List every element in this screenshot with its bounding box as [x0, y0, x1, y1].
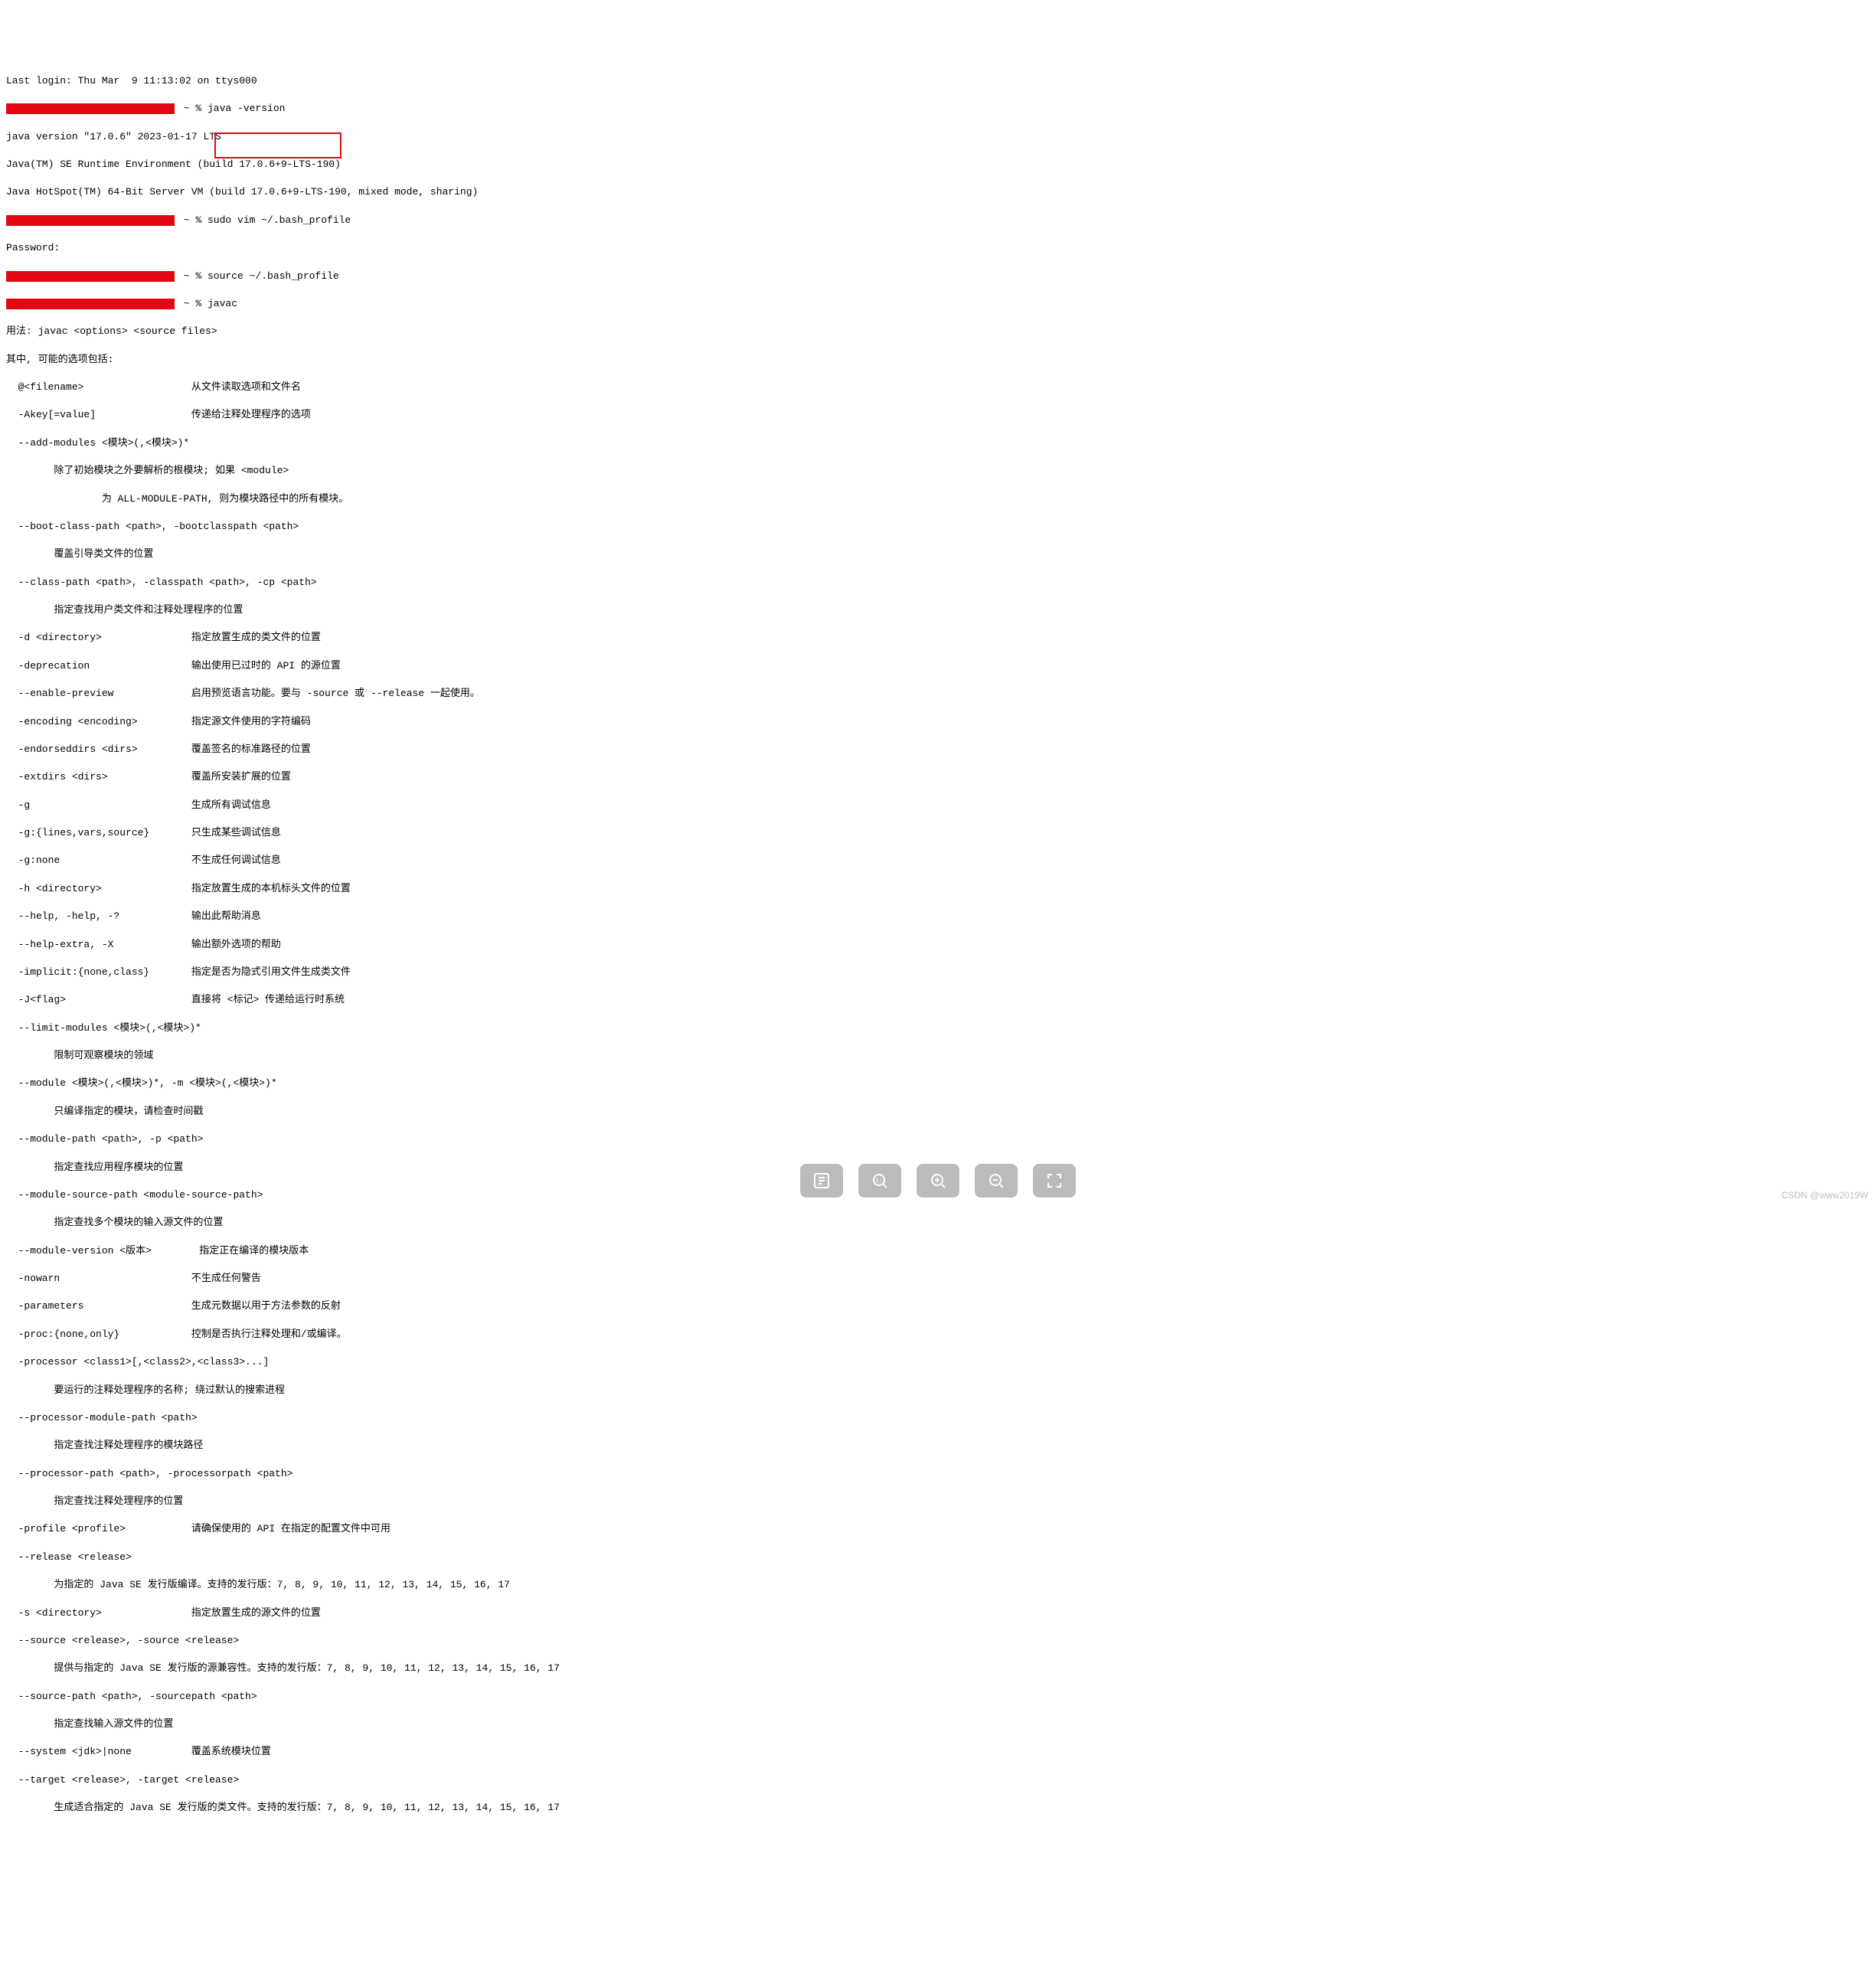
option-row: -J<flag> 直接将 <标记> 传递给运行时系统 [6, 993, 1870, 1007]
redacted-user-host [6, 215, 175, 226]
option-row: -nowarn 不生成任何警告 [6, 1272, 1870, 1286]
option-row: -extdirs <dirs> 覆盖所安装扩展的位置 [6, 770, 1870, 784]
option-row: @<filename> 从文件读取选项和文件名 [6, 381, 1870, 394]
usage-header: 用法: javac <options> <source files> [6, 325, 1870, 338]
option-row: -s <directory> 指定放置生成的源文件的位置 [6, 1606, 1870, 1620]
option-row: 指定查找多个模块的输入源文件的位置 [6, 1216, 1870, 1230]
option-row: 只编译指定的模块，请检查时间戳 [6, 1105, 1870, 1119]
option-row: --module-path <path>, -p <path> [6, 1132, 1870, 1146]
option-row: 为 ALL-MODULE-PATH, 则为模块路径中的所有模块。 [6, 492, 1870, 506]
option-row: -g:{lines,vars,source} 只生成某些调试信息 [6, 826, 1870, 840]
java-hotspot-line: Java HotSpot(TM) 64-Bit Server VM (build… [6, 185, 1870, 199]
option-row: --enable-preview 启用预览语言功能。要与 -source 或 -… [6, 687, 1870, 701]
svg-text:1:1: 1:1 [875, 1178, 887, 1185]
option-row: -deprecation 输出使用已过时的 API 的源位置 [6, 659, 1870, 673]
option-row: --help, -help, -? 输出此帮助消息 [6, 910, 1870, 923]
option-row: -profile <profile> 请确保使用的 API 在指定的配置文件中可… [6, 1522, 1870, 1536]
option-row: --limit-modules <模块>(,<模块>)* [6, 1021, 1870, 1035]
option-row: --system <jdk>|none 覆盖系统模块位置 [6, 1745, 1870, 1759]
redacted-user-host [6, 299, 175, 309]
option-row: 生成适合指定的 Java SE 发行版的类文件。支持的发行版：7, 8, 9, … [6, 1801, 1870, 1815]
prompt-java-version: ~ % java -version [6, 102, 1870, 116]
option-row: 覆盖引导类文件的位置 [6, 547, 1870, 561]
option-row: --module <模块>(,<模块>)*, -m <模块>(,<模块>)* [6, 1077, 1870, 1090]
option-row: -g:none 不生成任何调试信息 [6, 854, 1870, 868]
option-row: --processor-module-path <path> [6, 1411, 1870, 1425]
option-row: -Akey[=value] 传递给注释处理程序的选项 [6, 408, 1870, 422]
option-row: --processor-path <path>, -processorpath … [6, 1467, 1870, 1481]
option-row: -processor <class1>[,<class2>,<class3>..… [6, 1355, 1870, 1369]
option-row: 限制可观察模块的领域 [6, 1049, 1870, 1063]
option-row: 除了初始模块之外要解析的根模块; 如果 <module> [6, 464, 1870, 478]
option-row: --help-extra, -X 输出额外选项的帮助 [6, 938, 1870, 952]
java-runtime-line: Java(TM) SE Runtime Environment (build 1… [6, 158, 1870, 172]
option-row: --source-path <path>, -sourcepath <path> [6, 1690, 1870, 1704]
zoom-actual-icon: 1:1 [871, 1172, 889, 1190]
option-row: --source <release>, -source <release> [6, 1634, 1870, 1648]
zoom-in-button[interactable] [917, 1164, 959, 1198]
redacted-user-host [6, 271, 175, 282]
option-row: 要运行的注释处理程序的名称; 绕过默认的搜索进程 [6, 1384, 1870, 1397]
terminal-output[interactable]: Last login: Thu Mar 9 11:13:02 on ttys00… [6, 60, 1870, 1857]
password-line: Password: [6, 241, 1870, 255]
watermark: CSDN @www2019W [1781, 1189, 1868, 1202]
options-header: 其中, 可能的选项包括: [6, 353, 1870, 367]
last-login-line: Last login: Thu Mar 9 11:13:02 on ttys00… [6, 74, 1870, 88]
option-row: 提供与指定的 Java SE 发行版的源兼容性。支持的发行版：7, 8, 9, … [6, 1662, 1870, 1675]
zoom-actual-button[interactable]: 1:1 [858, 1164, 901, 1198]
option-row: --boot-class-path <path>, -bootclasspath… [6, 520, 1870, 534]
zoom-out-icon [987, 1172, 1005, 1190]
option-row: --release <release> [6, 1551, 1870, 1564]
option-row: 指定查找注释处理程序的位置 [6, 1495, 1870, 1508]
zoom-in-icon [929, 1172, 947, 1190]
fullscreen-icon [1045, 1172, 1064, 1190]
option-row: --module-version <版本> 指定正在编译的模块版本 [6, 1244, 1870, 1258]
prompt-javac: ~ % javac [6, 297, 1870, 311]
option-row: --add-modules <模块>(,<模块>)* [6, 436, 1870, 450]
prompt-source-profile: ~ % source ~/.bash_profile [6, 270, 1870, 283]
option-row: 为指定的 Java SE 发行版编译。支持的发行版：7, 8, 9, 10, 1… [6, 1578, 1870, 1592]
prompt-sudo-vim: ~ % sudo vim ~/.bash_profile [6, 214, 1870, 227]
fullscreen-button[interactable] [1033, 1164, 1076, 1198]
image-viewer-toolbar: 1:1 [800, 1164, 1076, 1198]
ocr-icon [812, 1172, 831, 1190]
option-row: 指定查找用户类文件和注释处理程序的位置 [6, 603, 1870, 617]
option-row: -endorseddirs <dirs> 覆盖签名的标准路径的位置 [6, 743, 1870, 757]
option-row: --target <release>, -target <release> [6, 1773, 1870, 1787]
option-row: -d <directory> 指定放置生成的类文件的位置 [6, 631, 1870, 645]
option-row: 指定查找注释处理程序的模块路径 [6, 1439, 1870, 1453]
option-row: -h <directory> 指定放置生成的本机标头文件的位置 [6, 882, 1870, 896]
ocr-button[interactable] [800, 1164, 843, 1198]
option-row: -proc:{none,only} 控制是否执行注释处理和/或编译。 [6, 1328, 1870, 1342]
option-row: -implicit:{none,class} 指定是否为隐式引用文件生成类文件 [6, 966, 1870, 979]
option-row: -encoding <encoding> 指定源文件使用的字符编码 [6, 715, 1870, 729]
redacted-user-host [6, 103, 175, 114]
option-row: --class-path <path>, -classpath <path>, … [6, 576, 1870, 590]
option-row: 指定查找输入源文件的位置 [6, 1717, 1870, 1731]
java-version-line: java version "17.0.6" 2023-01-17 LTS [6, 130, 1870, 144]
zoom-out-button[interactable] [975, 1164, 1018, 1198]
option-row: -parameters 生成元数据以用于方法参数的反射 [6, 1299, 1870, 1313]
option-row: -g 生成所有调试信息 [6, 799, 1870, 812]
